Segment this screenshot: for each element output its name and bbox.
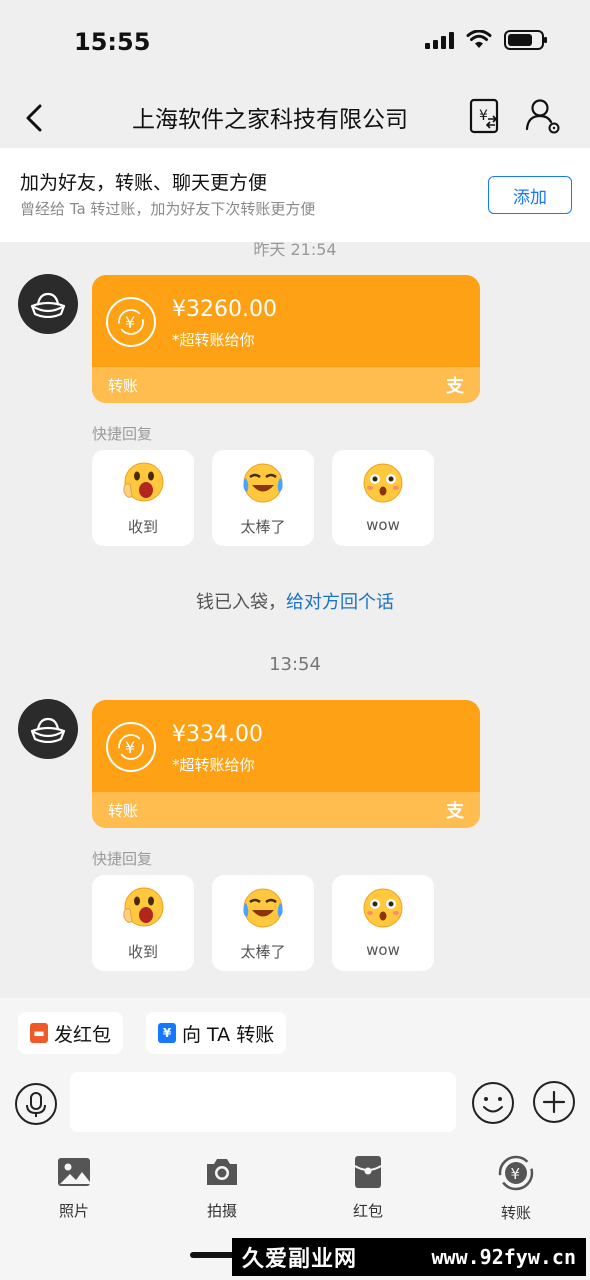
transfer-card-footer: 转账 支 [92, 792, 480, 828]
svg-text:¥: ¥ [125, 313, 135, 332]
transfer-description: *超转账给你 [172, 331, 255, 349]
tears-of-joy-emoji [243, 463, 283, 503]
transfer-amount: ¥3260.00 [172, 297, 277, 322]
red-packet-icon [354, 1156, 382, 1188]
send-red-packet-button[interactable]: ▬ 发红包 [18, 1012, 124, 1054]
status-icons [425, 30, 547, 50]
reply-link[interactable]: 给对方回个话 [286, 592, 394, 613]
transfer-card[interactable]: ¥ ¥3260.00 *超转账给你 转账 支 [92, 275, 480, 403]
transfer-card-footer: 转账 支 [92, 367, 480, 403]
toolbar-camera-label: 拍摄 [206, 1202, 237, 1220]
quick-reply-label-text: 收到 [127, 943, 158, 961]
transfer-record-icon[interactable]: ¥ [468, 96, 502, 136]
battery-icon [504, 30, 547, 50]
tears-of-joy-emoji [243, 888, 283, 928]
battery-level [508, 34, 532, 46]
toolbar-photo[interactable]: 照片 [34, 1154, 114, 1226]
camera-icon [207, 1159, 237, 1185]
message-input[interactable] [70, 1072, 456, 1132]
transfer-to-label: 向 TA 转账 [182, 1023, 275, 1046]
quick-reply-great[interactable]: 太棒了 [212, 450, 314, 546]
add-friend-banner: 加为好友，转账、聊天更方便 曾经给 Ta 转过账，加为好友下次转账更方便 添加 [0, 148, 590, 242]
quick-reply-label-text: wow [366, 516, 400, 534]
red-packet-icon: ▬ [30, 1023, 48, 1043]
svg-text:¥: ¥ [125, 738, 135, 757]
toolbar-red-packet[interactable]: 红包 [328, 1154, 408, 1226]
add-friend-subtitle: 曾经给 Ta 转过账，加为好友下次转账更方便 [20, 200, 316, 218]
toolbar-transfer-label: 转账 [500, 1204, 531, 1222]
quick-reply-received[interactable]: 收到 [92, 450, 194, 546]
alipay-logo-icon: 支 [446, 801, 464, 822]
avatar[interactable] [18, 699, 78, 759]
transfer-footer-label: 转账 [108, 802, 139, 820]
microphone-icon[interactable] [14, 1082, 58, 1126]
chevron-left-icon[interactable] [20, 98, 52, 138]
watermark: 久爱副业网 www.92fyw.cn [232, 1238, 586, 1276]
add-friend-title: 加为好友，转账、聊天更方便 [20, 172, 268, 194]
transfer-amount: ¥334.00 [172, 722, 263, 747]
transfer-icon: ¥ [158, 1023, 176, 1043]
nav-bar: 上海软件之家科技有限公司 ¥ [0, 88, 590, 148]
alipay-logo-icon: 支 [446, 376, 464, 397]
quick-reply-wow[interactable]: wow [332, 875, 434, 971]
plus-icon[interactable] [532, 1080, 576, 1124]
shocked-face-emoji [123, 462, 164, 502]
photo-icon [58, 1158, 90, 1186]
add-friend-button[interactable]: 添加 [488, 176, 572, 214]
watermark-url: www.92fyw.cn [431, 1245, 577, 1269]
system-message: 钱已入袋，给对方回个话 [0, 588, 590, 614]
status-time: 15:55 [74, 28, 151, 56]
quick-reply-label-text: wow [366, 941, 400, 959]
time-divider: 13:54 [269, 654, 321, 675]
surprised-face-emoji [363, 463, 403, 503]
surprised-face-emoji [363, 888, 403, 928]
toolbar-photo-label: 照片 [58, 1202, 89, 1220]
quick-reply-received[interactable]: 收到 [92, 875, 194, 971]
gold-ingot-icon [30, 717, 66, 743]
svg-text:¥: ¥ [479, 108, 488, 124]
shocked-face-emoji [123, 887, 164, 927]
page-title: 上海软件之家科技有限公司 [132, 107, 408, 133]
quick-reply-label-text: 收到 [127, 518, 158, 536]
quick-reply-wow[interactable]: wow [332, 450, 434, 546]
cellular-signal-icon [425, 31, 454, 49]
transfer-icon: ¥ [498, 1155, 534, 1191]
send-red-packet-label: 发红包 [54, 1023, 112, 1046]
toolbar-camera[interactable]: 拍摄 [182, 1154, 262, 1226]
watermark-text: 久爱副业网 [242, 1247, 358, 1272]
quick-reply-label: 快捷回复 [92, 425, 153, 443]
quick-reply-label-text: 太棒了 [240, 518, 286, 536]
transfer-description: *超转账给你 [172, 756, 255, 774]
gold-ingot-icon [30, 292, 66, 318]
quick-reply-label-text: 太棒了 [240, 943, 286, 961]
transfer-coin-icon: ¥ [106, 297, 156, 347]
svg-text:¥: ¥ [511, 1165, 521, 1183]
system-message-text: 钱已入袋， [196, 592, 286, 613]
profile-settings-icon[interactable] [524, 96, 562, 136]
avatar[interactable] [18, 274, 78, 334]
status-bar: 15:55 [0, 0, 590, 88]
transfer-coin-icon: ¥ [106, 722, 156, 772]
transfer-card[interactable]: ¥ ¥334.00 *超转账给你 转账 支 [92, 700, 480, 828]
quick-reply-great[interactable]: 太棒了 [212, 875, 314, 971]
emoji-icon[interactable] [470, 1080, 516, 1126]
wifi-icon [466, 30, 492, 48]
transfer-footer-label: 转账 [108, 377, 139, 395]
transfer-to-button[interactable]: ¥ 向 TA 转账 [146, 1012, 287, 1054]
toolbar-red-packet-label: 红包 [352, 1202, 383, 1220]
quick-reply-label: 快捷回复 [92, 850, 153, 868]
toolbar-transfer[interactable]: ¥ 转账 [476, 1154, 556, 1226]
